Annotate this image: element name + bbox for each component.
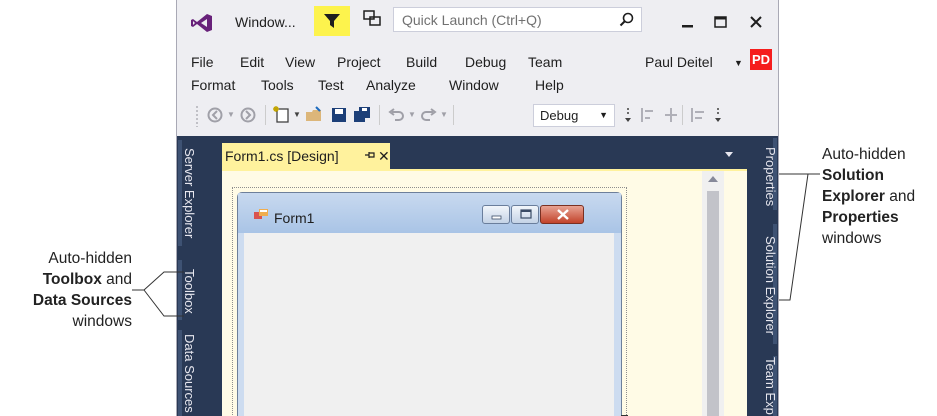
callout-text: windows: [72, 313, 132, 330]
callout-text: windows: [822, 230, 882, 247]
callout-text: and: [101, 271, 132, 288]
callout-emphasis: Solution: [822, 167, 884, 184]
callout-text: Auto-hidden: [822, 146, 906, 163]
right-callout: Auto-hidden Solution Explorer and Proper…: [822, 144, 937, 249]
left-callout-line-bottom: [143, 289, 184, 317]
right-callout-line-bottom: [779, 173, 809, 301]
callout-emphasis: Data Sources: [32, 292, 132, 309]
left-callout-line-top: [132, 271, 184, 291]
callout-emphasis: Properties: [822, 209, 899, 226]
callout-text: Auto-hidden: [48, 250, 132, 267]
left-callout: Auto-hidden Toolbox and Data Sources win…: [0, 248, 132, 332]
callout-emphasis: Toolbox: [42, 271, 102, 288]
callout-text: and: [884, 188, 916, 205]
callout-emphasis: Explorer: [822, 188, 885, 205]
callout-leader-lines: [132, 173, 820, 317]
